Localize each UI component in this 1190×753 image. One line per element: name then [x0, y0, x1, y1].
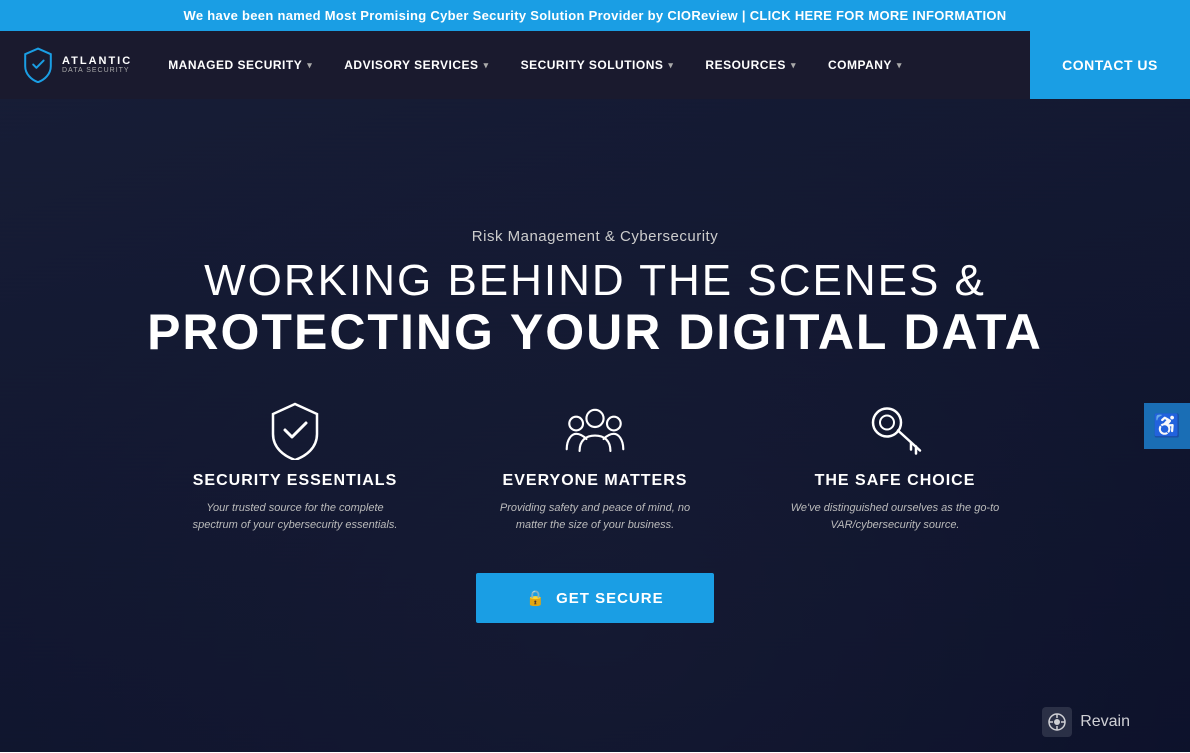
logo[interactable]: AtlaNtIC Data Security — [0, 47, 152, 83]
nav-company[interactable]: COMPANY ▾ — [812, 31, 918, 99]
accessibility-icon: ♿ — [1153, 413, 1180, 439]
chevron-down-icon: ▾ — [307, 60, 312, 71]
revain-icon — [1042, 707, 1072, 737]
chevron-down-icon: ▾ — [791, 60, 796, 71]
key-icon — [865, 400, 925, 460]
chevron-down-icon: ▾ — [668, 60, 673, 71]
hero-content: Risk Management & Cybersecurity WORKING … — [0, 228, 1190, 623]
feature-safe-choice: THE SAFE CHOICE We've distinguished ours… — [785, 400, 1005, 533]
feature-security-essentials: SECURITY ESSENTIALS Your trusted source … — [185, 400, 405, 533]
hero-subtitle: Risk Management & Cybersecurity — [20, 228, 1170, 245]
group-icon — [565, 400, 625, 460]
get-secure-label: GET SECURE — [556, 590, 664, 607]
nav-advisory-services[interactable]: ADVISORY SERVICES ▾ — [328, 31, 504, 99]
feature-security-essentials-title: SECURITY ESSENTIALS — [193, 472, 398, 490]
announcement-banner[interactable]: We have been named Most Promising Cyber … — [0, 0, 1190, 31]
nav-menu: MANAGED SECURITY ▾ ADVISORY SERVICES ▾ S… — [152, 31, 1030, 99]
feature-security-essentials-desc: Your trusted source for the complete spe… — [185, 500, 405, 533]
feature-everyone-matters: EVERYONE MATTERS Providing safety and pe… — [485, 400, 705, 533]
hero-features: SECURITY ESSENTIALS Your trusted source … — [20, 400, 1170, 533]
hero-title-line2: PROTECTING YOUR DIGITAL DATA — [20, 305, 1170, 360]
nav-security-solutions[interactable]: SECURITY SOLUTIONS ▾ — [505, 31, 690, 99]
feature-everyone-matters-title: EVERYONE MATTERS — [503, 472, 688, 490]
feature-safe-choice-title: THE SAFE CHOICE — [815, 472, 976, 490]
hero-title-line1: WORKING BEHIND THE SCENES & — [20, 257, 1170, 305]
shield-check-icon — [265, 400, 325, 460]
feature-safe-choice-desc: We've distinguished ourselves as the go-… — [785, 500, 1005, 533]
revain-label: Revain — [1080, 713, 1130, 731]
nav-managed-security[interactable]: MANAGED SECURITY ▾ — [152, 31, 328, 99]
chevron-down-icon: ▾ — [897, 60, 902, 71]
hero-section: Risk Management & Cybersecurity WORKING … — [0, 99, 1190, 752]
revain-watermark: Revain — [1042, 707, 1130, 737]
contact-button[interactable]: CONTACT US — [1030, 31, 1190, 99]
nav-resources[interactable]: RESOURCES ▾ — [689, 31, 812, 99]
logo-tagline: Data Security — [62, 67, 132, 75]
lock-icon: 🔒 — [526, 589, 546, 607]
feature-everyone-matters-desc: Providing safety and peace of mind, no m… — [485, 500, 705, 533]
accessibility-button[interactable]: ♿ — [1144, 403, 1190, 449]
chevron-down-icon: ▾ — [484, 60, 489, 71]
logo-brand-name: AtlaNtIC — [62, 55, 132, 67]
navbar: AtlaNtIC Data Security MANAGED SECURITY … — [0, 31, 1190, 99]
get-secure-button[interactable]: 🔒 GET SECURE — [476, 573, 713, 623]
